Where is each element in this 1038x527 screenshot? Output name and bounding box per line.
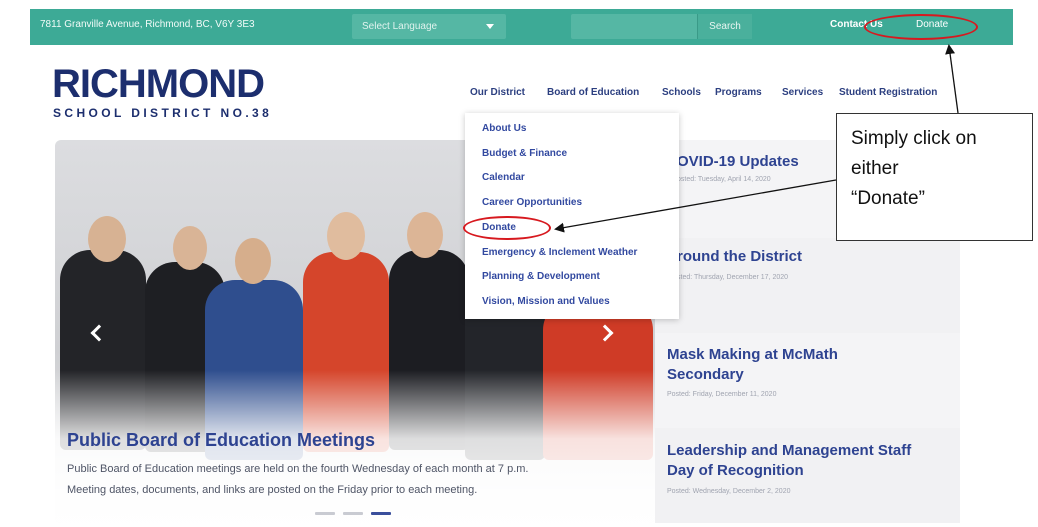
annotation-arrows [554,44,959,233]
arrow-to-menu-donate [554,179,837,233]
arrow-to-top-donate [945,44,959,114]
